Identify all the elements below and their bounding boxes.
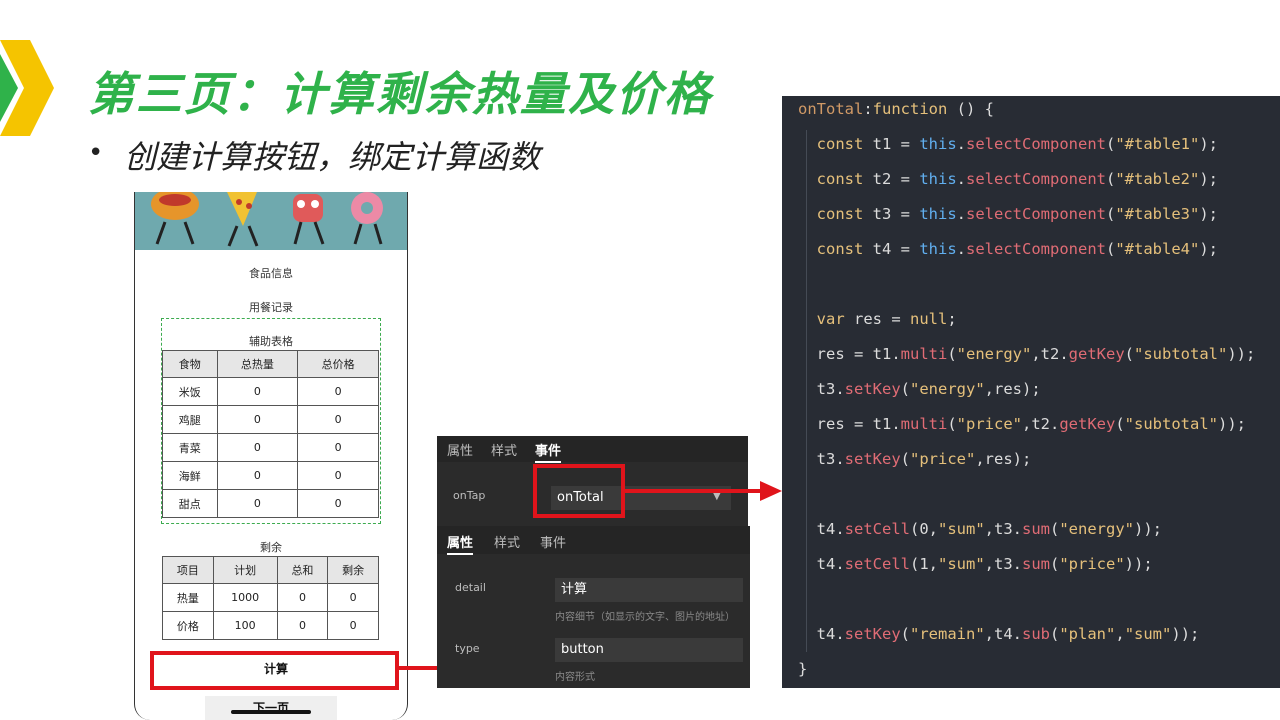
ontap-highlight <box>533 464 625 518</box>
table-cell: 甜点 <box>162 489 218 518</box>
table-cell: 青菜 <box>162 433 218 462</box>
code-line: } <box>798 660 808 678</box>
code-line: t4.setKey("remain",t4.sub("plan","sum"))… <box>798 625 1200 643</box>
table-cell: 100 <box>212 611 278 640</box>
property-panel: 属性 样式 事件 detail 计算 内容细节（如显示的文字、图片的地址） ty… <box>437 526 750 688</box>
tab-attributes[interactable]: 属性 <box>447 532 474 555</box>
code-line: var res = null; <box>816 310 957 328</box>
remain-table: 项目 计划 总和 剩余 热量 1000 0 0 价格 100 0 0 <box>162 556 379 640</box>
arrow-right-icon <box>760 481 782 501</box>
code-line: const t1 = this.selectComponent("#table1… <box>816 135 1219 153</box>
arrow-line <box>625 489 765 493</box>
calc-button-highlight <box>150 651 399 690</box>
section-remain: 剩余 <box>260 541 282 554</box>
tab-attributes[interactable]: 属性 <box>447 440 473 459</box>
type-hint: 内容形式 <box>555 672 595 683</box>
type-input[interactable]: button <box>555 638 743 662</box>
table-cell: 米饭 <box>162 377 218 406</box>
table-header-cell: 总和 <box>276 556 329 584</box>
code-line: res = t1.multi("energy",t2.getKey("subto… <box>798 345 1256 363</box>
code-line: onTotal:function () { <box>798 100 994 118</box>
detail-hint: 内容细节（如显示的文字、图片的地址） <box>555 612 735 623</box>
property-panel-tabbar <box>437 526 750 554</box>
bullet-dot-icon: • <box>88 138 104 168</box>
table-row: 海鲜 0 0 <box>162 461 379 490</box>
chevron-icon <box>0 40 54 136</box>
table-header-cell: 剩余 <box>327 556 379 584</box>
aux-table: 食物 总热量 总价格 米饭 0 0 鸡腿 0 0 青菜 0 0 海鲜 0 0 甜… <box>162 350 379 518</box>
code-line: t3.setKey("energy",res); <box>798 380 1041 398</box>
phone-preview: 食品信息 用餐记录 辅助表格 食物 总热量 总价格 米饭 0 0 鸡腿 0 0 … <box>134 192 408 720</box>
table-cell: 0 <box>216 461 299 490</box>
table-header-cell: 项目 <box>162 556 214 584</box>
section-meal-record[interactable]: 用餐记录 <box>135 299 407 315</box>
table-cell: 鸡腿 <box>162 405 218 434</box>
table-cell: 0 <box>216 489 299 518</box>
table-header-cell: 计划 <box>212 556 278 584</box>
table-cell: 海鲜 <box>162 461 218 490</box>
table-cell: 0 <box>216 377 299 406</box>
code-line: t3.setKey("price",res); <box>798 450 1032 468</box>
code-line: res = t1.multi("price",t2.getKey("subtot… <box>798 415 1246 433</box>
tab-events[interactable]: 事件 <box>535 440 562 463</box>
table-cell: 0 <box>276 611 329 640</box>
detail-label: detail <box>455 581 486 594</box>
table-cell: 0 <box>327 583 379 612</box>
table-header-cell: 总价格 <box>297 350 379 378</box>
table-cell: 0 <box>297 461 379 490</box>
table-cell: 0 <box>297 489 379 518</box>
code-line: const t4 = this.selectComponent("#table4… <box>816 240 1219 258</box>
section-aux-table: 辅助表格 <box>249 335 293 348</box>
slide-title: 第三页：计算剩余热量及价格 <box>88 67 712 121</box>
code-line: t4.setCell(1,"sum",t3.sum("price")); <box>798 555 1153 573</box>
food-banner-image <box>135 192 407 250</box>
table-cell: 0 <box>297 433 379 462</box>
table-cell: 0 <box>297 377 379 406</box>
home-indicator <box>231 710 311 714</box>
tab-styles[interactable]: 样式 <box>494 532 520 551</box>
table-header-cell: 食物 <box>162 350 218 378</box>
table-cell: 热量 <box>162 583 214 612</box>
type-label: type <box>455 642 480 655</box>
table-row: 鸡腿 0 0 <box>162 405 379 434</box>
next-page-button[interactable]: 下一页 <box>205 696 337 720</box>
ontap-label: onTap <box>453 489 486 502</box>
table-cell: 0 <box>327 611 379 640</box>
code-line: t4.setCell(0,"sum",t3.sum("energy")); <box>798 520 1162 538</box>
table-row: 青菜 0 0 <box>162 433 379 462</box>
bullet-text: 创建计算按钮，绑定计算函数 <box>124 138 541 176</box>
detail-input[interactable]: 计算 <box>555 578 743 602</box>
table-row: 米饭 0 0 <box>162 377 379 406</box>
event-panel-tabbar <box>437 436 748 462</box>
tab-styles[interactable]: 样式 <box>491 440 517 459</box>
section-food-info[interactable]: 食品信息 <box>135 265 407 281</box>
table-cell: 价格 <box>162 611 214 640</box>
table-cell: 0 <box>297 405 379 434</box>
code-line: const t3 = this.selectComponent("#table3… <box>816 205 1219 223</box>
table-cell: 0 <box>276 583 329 612</box>
table-cell: 0 <box>216 405 299 434</box>
tab-events[interactable]: 事件 <box>540 532 566 551</box>
table-row: 甜点 0 0 <box>162 489 379 518</box>
code-editor[interactable]: onTotal:function () { const t1 = this.se… <box>782 96 1280 688</box>
table-cell: 1000 <box>212 583 278 612</box>
table-cell: 0 <box>216 433 299 462</box>
table-row: 价格 100 0 0 <box>162 611 379 640</box>
code-line: const t2 = this.selectComponent("#table2… <box>816 170 1219 188</box>
table-row: 热量 1000 0 0 <box>162 583 379 612</box>
table-header-cell: 总热量 <box>216 350 299 378</box>
